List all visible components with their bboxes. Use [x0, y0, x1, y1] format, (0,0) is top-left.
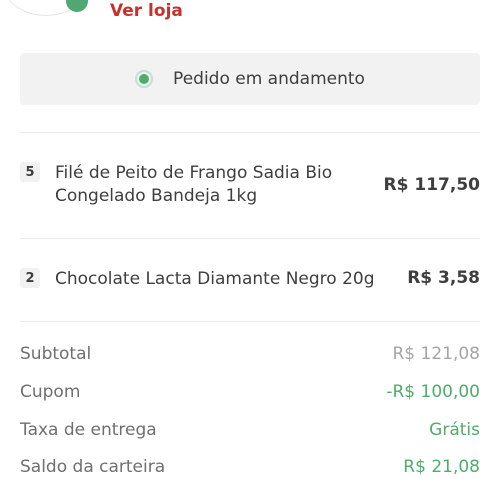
item-quantity: 2: [20, 268, 40, 288]
view-store-link[interactable]: Ver loja: [110, 0, 183, 22]
status-dot-icon: [135, 70, 154, 88]
summary-label: Taxa de entrega: [20, 420, 157, 440]
summary-coupon: Cupom -R$ 100,00: [20, 380, 480, 404]
summary-value: -R$ 100,00: [386, 382, 480, 402]
item-quantity: 5: [20, 162, 40, 182]
order-item: 2 Chocolate Lacta Diamante Negro 20g R$ …: [20, 268, 480, 292]
order-status-label: Pedido em andamento: [173, 69, 365, 89]
summary-value: R$ 21,08: [403, 457, 480, 477]
status-dot-inner: [139, 74, 150, 84]
summary-value: Grátis: [429, 420, 480, 440]
item-name-line: Congelado Bandeja 1kg: [55, 186, 258, 206]
summary-label: Subtotal: [20, 344, 92, 364]
item-price: R$ 3,58: [407, 268, 480, 288]
divider: [20, 238, 480, 239]
item-name: Filé de Peito de Frango Sadia Bio Congel…: [55, 162, 332, 208]
item-name-line: Filé de Peito de Frango Sadia Bio: [55, 163, 333, 183]
divider: [20, 132, 480, 133]
item-price: R$ 117,50: [383, 175, 480, 195]
summary-wallet-balance: Saldo da carteira R$ 21,08: [20, 455, 480, 479]
summary-delivery-fee: Taxa de entrega Grátis: [20, 418, 480, 442]
summary-subtotal: Subtotal R$ 121,08: [20, 342, 480, 366]
divider: [20, 321, 480, 322]
order-item: 5 Filé de Peito de Frango Sadia Bio Cong…: [20, 162, 480, 212]
order-status-banner: Pedido em andamento: [20, 53, 480, 105]
summary-value: R$ 121,08: [392, 344, 480, 364]
summary-label: Cupom: [20, 382, 81, 402]
item-name: Chocolate Lacta Diamante Negro 20g: [55, 269, 375, 289]
summary-label: Saldo da carteira: [20, 457, 166, 477]
